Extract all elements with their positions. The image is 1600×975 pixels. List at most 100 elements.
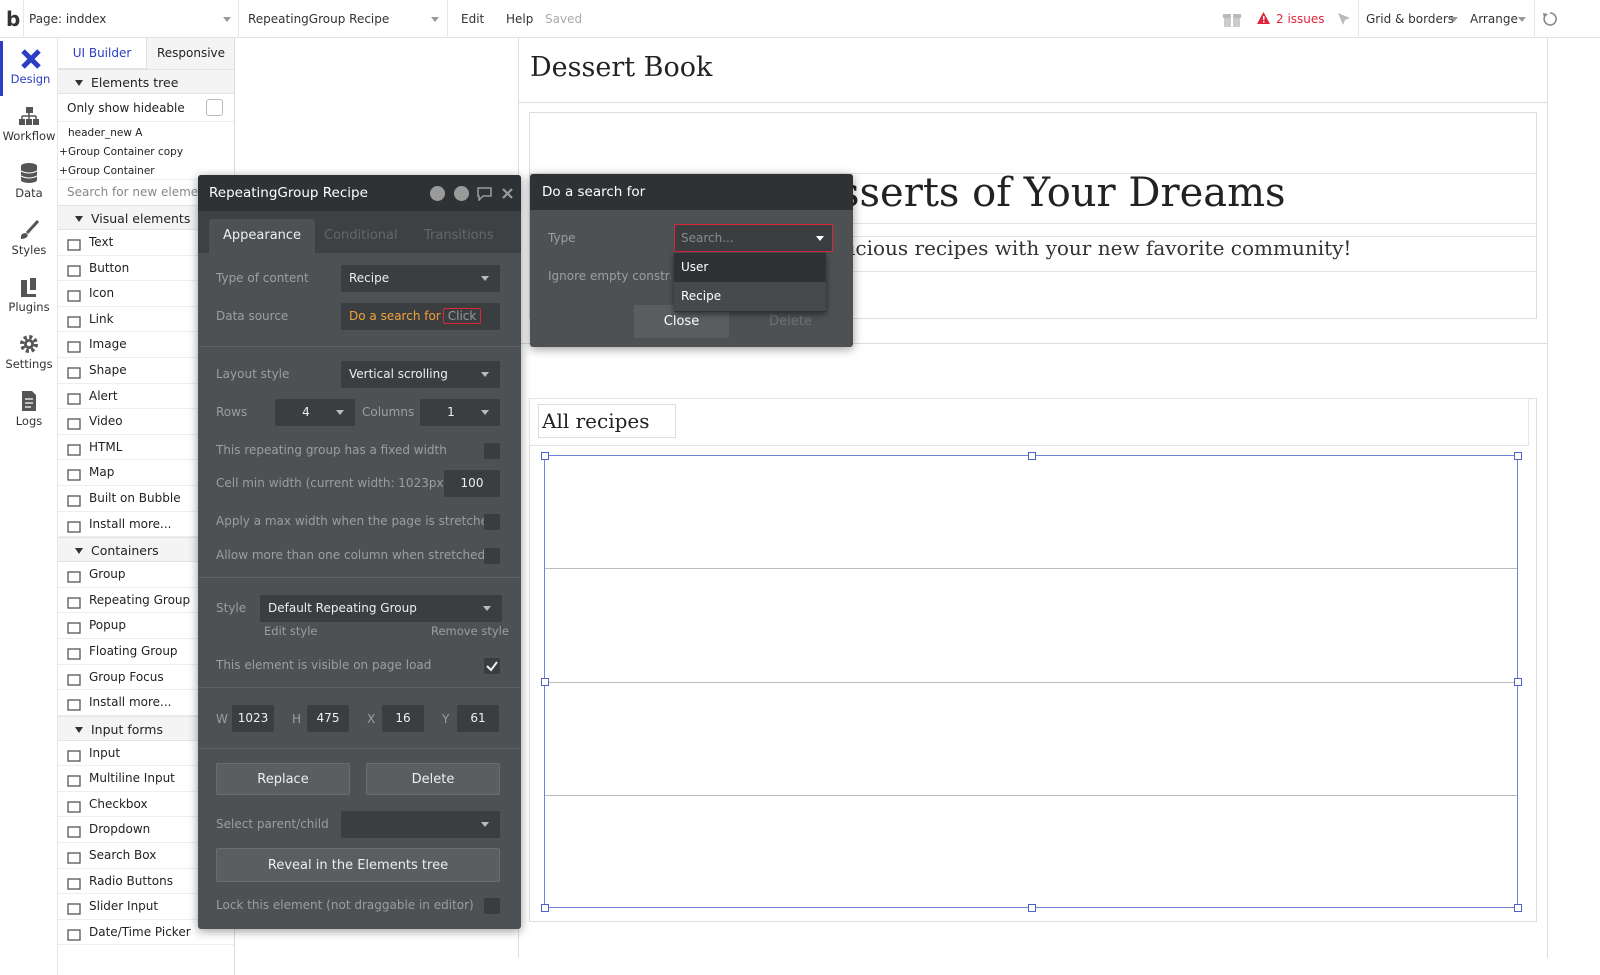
width-input[interactable]: 1023: [232, 705, 274, 732]
height-label: H: [292, 712, 302, 726]
hero-subtitle[interactable]: icious recipes with your new favorite co…: [849, 236, 1351, 260]
remove-style-link[interactable]: Remove style: [431, 624, 509, 638]
replace-button[interactable]: Replace: [216, 763, 350, 795]
resize-handle[interactable]: [1514, 678, 1522, 686]
section-title: Input forms: [91, 721, 163, 737]
option-recipe[interactable]: Recipe: [674, 282, 826, 311]
fixed-width-label: This repeating group has a fixed width: [216, 443, 447, 457]
element-type-icon: [66, 568, 82, 583]
nav-logs[interactable]: Logs: [0, 383, 58, 438]
tab-transitions[interactable]: Transitions: [424, 219, 494, 253]
section-title: Visual elements: [91, 211, 191, 226]
comment-icon[interactable]: [476, 186, 493, 201]
type-of-content-dropdown[interactable]: Recipe: [341, 265, 500, 292]
page-selector[interactable]: Page: inddex: [29, 0, 106, 38]
fixed-width-checkbox[interactable]: [484, 443, 500, 459]
x-input[interactable]: 16: [382, 705, 424, 732]
columns-dropdown[interactable]: 1: [420, 399, 500, 426]
nav-design[interactable]: Design: [0, 41, 58, 96]
help-menu[interactable]: Help: [506, 0, 533, 38]
nav-styles[interactable]: Styles: [0, 212, 58, 267]
tree-item[interactable]: header_new A: [58, 124, 234, 143]
delete-button[interactable]: Delete: [366, 763, 500, 795]
chevron-down-icon[interactable]: [1450, 17, 1458, 22]
hero-title[interactable]: sserts of Your Dreams: [839, 170, 1286, 216]
tab-conditional[interactable]: Conditional: [324, 219, 398, 253]
search-type-input[interactable]: Search...: [674, 224, 833, 252]
editor-title: RepeatingGroup Recipe: [209, 185, 368, 201]
gift-icon[interactable]: [1222, 10, 1242, 28]
click-token[interactable]: Click: [442, 308, 482, 324]
undo-icon[interactable]: [1542, 11, 1558, 27]
resize-handle[interactable]: [541, 904, 549, 912]
ignore-empty-label: Ignore empty constrain: [548, 269, 671, 283]
document-icon: [22, 391, 36, 411]
chevron-down-icon[interactable]: [431, 17, 439, 22]
resize-handle[interactable]: [1514, 452, 1522, 460]
cursor-icon[interactable]: [1337, 12, 1351, 26]
multi-column-checkbox[interactable]: [484, 548, 500, 564]
rows-dropdown[interactable]: 4: [275, 399, 355, 426]
layout-style-dropdown[interactable]: Vertical scrolling: [341, 361, 500, 388]
bubble-logo[interactable]: b: [6, 0, 20, 38]
reveal-in-tree-button[interactable]: Reveal in the Elements tree: [216, 848, 500, 882]
elements-tree-header[interactable]: Elements tree: [58, 69, 234, 94]
cell-divider: [545, 682, 1517, 683]
height-input[interactable]: 475: [307, 705, 349, 732]
option-user[interactable]: User: [674, 253, 826, 282]
element-type-icon: [66, 594, 82, 609]
edit-menu[interactable]: Edit: [461, 0, 484, 38]
repeating-group-recipe[interactable]: [544, 455, 1518, 908]
close-icon[interactable]: [502, 188, 513, 199]
left-nav: Design Workflow Data Styles Plugins Sett…: [0, 38, 58, 975]
editor-header[interactable]: RepeatingGroup Recipe: [198, 175, 521, 211]
tab-responsive[interactable]: Responsive: [146, 38, 234, 69]
issues-link[interactable]: 2 issues: [1276, 0, 1325, 38]
data-source-field[interactable]: Do a search for Click: [341, 303, 500, 330]
tree-item[interactable]: + Group Container copy: [58, 143, 234, 162]
grid-borders-menu[interactable]: Grid & borders: [1366, 0, 1454, 38]
recipes-header-group[interactable]: [529, 398, 1529, 446]
resize-handle[interactable]: [1514, 904, 1522, 912]
dropdown-value: Vertical scrolling: [349, 367, 448, 381]
nav-data[interactable]: Data: [0, 155, 58, 210]
info-icon[interactable]: [454, 186, 469, 201]
top-bar: b Page: inddex RepeatingGroup Recipe Edi…: [0, 0, 1600, 38]
resize-handle[interactable]: [1028, 452, 1036, 460]
nav-workflow[interactable]: Workflow: [0, 98, 58, 153]
tab-appearance[interactable]: Appearance: [209, 219, 316, 253]
element-type-icon: [66, 364, 82, 379]
palette-item-label: Search Box: [89, 848, 157, 863]
chevron-down-icon[interactable]: [223, 17, 231, 22]
search-popup: Do a search for Type Search... Ignore em…: [530, 174, 853, 347]
expand-icon[interactable]: +: [59, 162, 68, 181]
help-icon[interactable]: [430, 186, 445, 201]
search-popup-title[interactable]: Do a search for: [530, 174, 853, 210]
element-type-icon: [66, 772, 82, 787]
element-type-icon: [66, 823, 82, 839]
expand-icon[interactable]: +: [59, 143, 68, 162]
style-dropdown[interactable]: Default Repeating Group: [260, 595, 502, 622]
resize-handle[interactable]: [541, 678, 549, 686]
select-parent-dropdown[interactable]: [341, 811, 500, 838]
visible-on-load-checkbox[interactable]: [484, 658, 500, 674]
arrange-menu[interactable]: Arrange: [1470, 0, 1518, 38]
only-hideable-checkbox[interactable]: [206, 99, 223, 116]
section-title: Containers: [91, 543, 159, 559]
nav-plugins[interactable]: Plugins: [0, 269, 58, 324]
nav-settings[interactable]: Settings: [0, 326, 58, 381]
y-input[interactable]: 61: [457, 705, 499, 732]
page-title[interactable]: Dessert Book: [530, 52, 712, 83]
element-selector[interactable]: RepeatingGroup Recipe: [248, 0, 389, 38]
edit-style-link[interactable]: Edit style: [264, 624, 318, 638]
resize-handle[interactable]: [1028, 904, 1036, 912]
max-width-checkbox[interactable]: [484, 514, 500, 530]
lock-element-checkbox[interactable]: [484, 898, 500, 914]
layout-style-label: Layout style: [216, 367, 290, 381]
cell-min-width-input[interactable]: 100: [444, 470, 500, 497]
all-recipes-heading[interactable]: All recipes: [538, 404, 676, 438]
warning-icon: [1257, 12, 1270, 24]
tab-ui-builder[interactable]: UI Builder: [58, 38, 146, 69]
resize-handle[interactable]: [541, 452, 549, 460]
chevron-down-icon[interactable]: [1518, 17, 1526, 22]
